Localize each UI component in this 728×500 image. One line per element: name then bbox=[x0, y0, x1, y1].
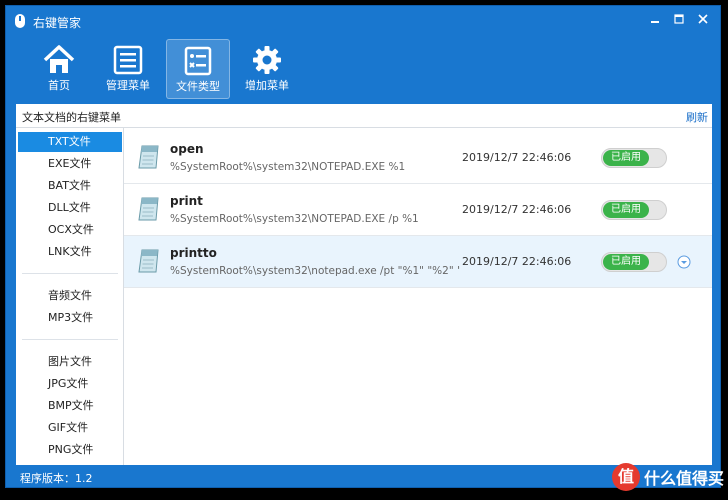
entry-name: printto bbox=[170, 246, 217, 260]
tab-add-menu[interactable]: 增加菜单 bbox=[235, 39, 299, 99]
entry-command: %SystemRoot%\system32\NOTEPAD.EXE /p %1 bbox=[170, 213, 419, 225]
restore-icon bbox=[674, 14, 684, 24]
content-area: TXT文件 EXE文件 BAT文件 DLL文件 OCX文件 LNK文件 音频文件… bbox=[16, 128, 712, 465]
menu-list-icon bbox=[113, 45, 143, 75]
entry-name: open bbox=[170, 142, 204, 156]
tab-home-label: 首页 bbox=[48, 79, 70, 92]
minimize-icon bbox=[651, 21, 659, 23]
gear-icon bbox=[253, 46, 281, 74]
menu-entry-list: open %SystemRoot%\system32\NOTEPAD.EXE %… bbox=[124, 128, 712, 465]
enable-toggle[interactable]: 已启用 bbox=[601, 200, 667, 220]
minimize-button[interactable] bbox=[644, 10, 666, 28]
sidebar-divider bbox=[22, 339, 118, 340]
sidebar-item-bat[interactable]: BAT文件 bbox=[18, 176, 122, 196]
enable-toggle[interactable]: 已启用 bbox=[601, 148, 667, 168]
list-item[interactable]: open %SystemRoot%\system32\NOTEPAD.EXE %… bbox=[124, 132, 712, 184]
toggle-status-label: 已启用 bbox=[603, 150, 649, 166]
app-logo-icon bbox=[15, 14, 25, 28]
sidebar-item-dll[interactable]: DLL文件 bbox=[18, 198, 122, 218]
toggle-status-label: 已启用 bbox=[603, 254, 649, 270]
sidebar-item-lnk[interactable]: LNK文件 bbox=[18, 242, 122, 262]
entry-time: 2019/12/7 22:46:06 bbox=[462, 151, 572, 164]
sidebar-item-audio[interactable]: 音频文件 bbox=[18, 286, 122, 306]
notepad-icon bbox=[138, 197, 159, 221]
sidebar-item-mp3[interactable]: MP3文件 bbox=[18, 308, 122, 328]
notepad-icon bbox=[138, 249, 159, 273]
watermark-badge: 值 bbox=[611, 463, 640, 491]
sidebar-divider bbox=[22, 273, 118, 274]
entry-command: %SystemRoot%\system32\notepad.exe /pt "%… bbox=[170, 265, 460, 277]
enable-toggle[interactable]: 已启用 bbox=[601, 252, 667, 272]
sidebar-item-exe[interactable]: EXE文件 bbox=[18, 154, 122, 174]
sidebar-item-image[interactable]: 图片文件 bbox=[18, 352, 122, 372]
entry-time: 2019/12/7 22:46:06 bbox=[462, 255, 572, 268]
sidebar-item-jpg[interactable]: JPG文件 bbox=[18, 374, 122, 394]
version-label: 程序版本：1.2 bbox=[20, 472, 93, 485]
close-button[interactable] bbox=[692, 10, 714, 28]
app-window: 右键管家 首页 管理菜单 文件类型 增加菜单 文本文档的右键菜单 刷新 TXT文… bbox=[5, 5, 721, 488]
chevron-down-icon[interactable] bbox=[677, 255, 691, 269]
title-bar[interactable]: 右键管家 bbox=[6, 6, 720, 36]
restore-button[interactable] bbox=[668, 10, 690, 28]
refresh-link[interactable]: 刷新 bbox=[686, 109, 708, 125]
notepad-icon bbox=[138, 145, 159, 169]
list-item[interactable]: print %SystemRoot%\system32\NOTEPAD.EXE … bbox=[124, 184, 712, 236]
tab-manage-menu[interactable]: 管理菜单 bbox=[96, 39, 160, 99]
section-title: 文本文档的右键菜单 bbox=[22, 111, 121, 124]
list-item[interactable]: printto %SystemRoot%\system32\notepad.ex… bbox=[124, 236, 712, 288]
watermark-text: 什么值得买 bbox=[643, 469, 724, 488]
site-watermark: 值 什么值得买 bbox=[611, 462, 724, 492]
tab-add-menu-label: 增加菜单 bbox=[245, 79, 289, 92]
entry-time: 2019/12/7 22:46:06 bbox=[462, 203, 572, 216]
main-toolbar: 首页 管理菜单 文件类型 增加菜单 bbox=[6, 36, 720, 102]
close-icon bbox=[698, 14, 708, 24]
entry-name: print bbox=[170, 194, 203, 208]
sidebar-item-gif[interactable]: GIF文件 bbox=[18, 418, 122, 438]
file-type-sidebar: TXT文件 EXE文件 BAT文件 DLL文件 OCX文件 LNK文件 音频文件… bbox=[16, 128, 124, 465]
entry-command: %SystemRoot%\system32\NOTEPAD.EXE %1 bbox=[170, 161, 406, 173]
tab-manage-menu-label: 管理菜单 bbox=[106, 79, 150, 92]
sidebar-item-bmp[interactable]: BMP文件 bbox=[18, 396, 122, 416]
tab-file-type-label: 文件类型 bbox=[176, 80, 220, 93]
home-icon bbox=[43, 45, 75, 73]
file-type-icon bbox=[184, 46, 212, 76]
sidebar-item-png[interactable]: PNG文件 bbox=[18, 440, 122, 460]
section-header: 文本文档的右键菜单 刷新 bbox=[16, 104, 712, 128]
toggle-status-label: 已启用 bbox=[603, 202, 649, 218]
tab-home[interactable]: 首页 bbox=[27, 39, 91, 99]
sidebar-item-ocx[interactable]: OCX文件 bbox=[18, 220, 122, 240]
window-title: 右键管家 bbox=[33, 16, 82, 30]
sidebar-item-txt[interactable]: TXT文件 bbox=[18, 132, 122, 152]
tab-file-type[interactable]: 文件类型 bbox=[166, 39, 230, 99]
